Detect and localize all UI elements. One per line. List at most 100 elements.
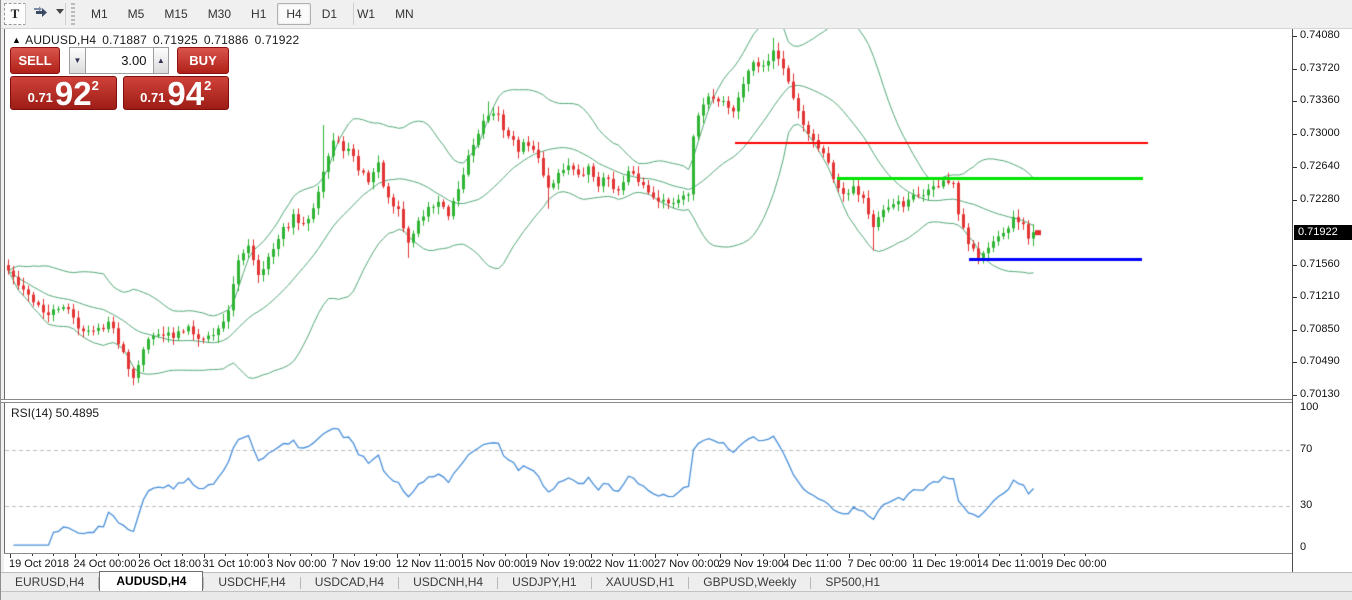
rsi-axis-label: 100: [1300, 401, 1318, 413]
chart-tab-eurusd[interactable]: EURUSD,H4: [1, 573, 98, 592]
time-axis-tick: [118, 554, 119, 556]
chart-tab-usdcnh[interactable]: USDCNH,H4: [399, 573, 497, 592]
timeframe-button-m1[interactable]: M1: [82, 3, 117, 25]
time-axis-tick: [268, 554, 269, 558]
time-axis-label: 7 Dec 00:00: [848, 558, 907, 570]
timeframe-button-h4[interactable]: H4: [277, 3, 310, 25]
time-axis-tick: [849, 554, 850, 558]
toolbar-grip[interactable]: [71, 3, 75, 25]
volume-decrease-button[interactable]: ▼: [69, 47, 86, 74]
current-price-box: 0.71922: [1294, 225, 1352, 240]
time-axis-label: 4 Dec 11:00: [783, 558, 842, 570]
time-axis-label: 22 Nov 11:00: [590, 558, 655, 570]
time-axis-tick: [827, 554, 828, 556]
buy-quote-button[interactable]: 0.71 94 2: [123, 76, 230, 110]
time-axis-tick: [96, 554, 97, 556]
price-axis-label: 0.70850: [1300, 323, 1340, 335]
price-axis-label: 0.70130: [1300, 388, 1340, 400]
text-tool-icon: T: [11, 6, 20, 22]
time-axis-tick: [956, 554, 957, 556]
status-bar: [1, 591, 1352, 600]
time-axis-tick: [978, 554, 979, 558]
mt4-window: T M1M5M15M30H1H4D1W1MN ▲AUDUSD,H40.71887…: [0, 0, 1352, 600]
time-axis-tick: [1021, 554, 1022, 556]
spinner-up-icon: ▲: [157, 56, 165, 65]
toolbar-separator: [353, 3, 354, 25]
price-axis-tick: [1293, 69, 1297, 70]
time-axis-tick: [612, 554, 613, 556]
time-axis-tick: [892, 554, 893, 556]
time-axis-tick: [569, 554, 570, 556]
price-axis-tick: [1293, 167, 1297, 168]
time-axis-tick: [397, 554, 398, 558]
volume-increase-button[interactable]: ▲: [153, 47, 170, 74]
time-axis-tick: [763, 554, 764, 556]
time-axis-label: 11 Dec 19:00: [912, 558, 977, 570]
price-axis-label: 0.70490: [1300, 355, 1340, 367]
chart-tab-gbpusd[interactable]: GBPUSD,Weekly: [689, 573, 810, 592]
time-axis-label: 19 Dec 00:00: [1041, 558, 1106, 570]
time-axis-tick: [591, 554, 592, 558]
price-axis-label: 0.71210: [1300, 290, 1340, 302]
price-axis-tick: [1293, 297, 1297, 298]
time-axis-tick: [655, 554, 656, 558]
time-axis-tick: [354, 554, 355, 556]
time-axis-label: 7 Nov 19:00: [332, 558, 391, 570]
chart-symbol: AUDUSD,H4: [25, 33, 96, 47]
price-axis[interactable]: 0.740800.737200.733600.730000.726400.722…: [1292, 29, 1352, 572]
price-axis-label: 0.73360: [1300, 94, 1340, 106]
time-axis-tick: [290, 554, 291, 556]
cycle-symbols-button[interactable]: [29, 3, 55, 23]
chart-tab-xauusd[interactable]: XAUUSD,H1: [592, 573, 689, 592]
time-axis-label: 12 Nov 11:00: [396, 558, 461, 570]
rsi-axis-label: 30: [1300, 499, 1312, 511]
toolbar: T M1M5M15M30H1H4D1W1MN: [1, 0, 1352, 29]
chart-tab-usdjpy[interactable]: USDJPY,H1: [498, 573, 590, 592]
time-axis-tick: [247, 554, 248, 556]
price-axis-tick: [1293, 330, 1297, 331]
timeframe-button-m30[interactable]: M30: [199, 3, 240, 25]
chart-tab-usdchf[interactable]: USDCHF,H4: [204, 573, 299, 592]
price-axis-tick: [1293, 101, 1297, 102]
time-axis-tick: [634, 554, 635, 556]
buy-price-point: 2: [204, 78, 211, 93]
timeframe-button-mn[interactable]: MN: [386, 3, 423, 25]
timeframe-button-m15[interactable]: M15: [155, 3, 196, 25]
timeframe-button-h1[interactable]: H1: [242, 3, 275, 25]
time-axis-tick: [182, 554, 183, 556]
collapse-arrow-icon[interactable]: ▲: [12, 35, 21, 45]
price-axis-tick: [1293, 362, 1297, 363]
dropdown-caret-icon[interactable]: [56, 9, 64, 14]
time-axis-tick: [677, 554, 678, 556]
time-axis-tick: [440, 554, 441, 556]
rsi-canvas[interactable]: [5, 403, 1293, 553]
time-axis[interactable]: 19 Oct 201824 Oct 00:0026 Oct 18:0031 Oc…: [4, 553, 1292, 572]
sell-quote-button[interactable]: 0.71 92 2: [10, 76, 117, 110]
chart-tab-audusd[interactable]: AUDUSD,H4: [99, 571, 203, 592]
time-axis-tick: [720, 554, 721, 558]
ohlc-close: 0.71922: [255, 33, 300, 47]
time-axis-tick: [311, 554, 312, 556]
volume-input[interactable]: 3.00: [86, 47, 153, 74]
chart-tab-bar: EURUSD,H4AUDUSD,H4USDCHF,H4USDCAD,H4USDC…: [1, 572, 1352, 592]
time-axis-tick: [32, 554, 33, 556]
chart-tab-sp500[interactable]: SP500,H1: [811, 573, 894, 592]
text-label-tool-button[interactable]: T: [4, 3, 26, 25]
time-axis-tick: [333, 554, 334, 558]
time-axis-tick: [53, 554, 54, 556]
chart-tab-usdcad[interactable]: USDCAD,H4: [301, 573, 398, 592]
time-axis-tick: [483, 554, 484, 556]
time-axis-tick: [548, 554, 549, 556]
timeframe-button-m5[interactable]: M5: [119, 3, 154, 25]
sell-button[interactable]: SELL: [10, 47, 60, 74]
time-axis-tick: [698, 554, 699, 556]
price-axis-tick: [1293, 36, 1297, 37]
time-axis-tick: [526, 554, 527, 558]
time-axis-label: 15 Nov 00:00: [461, 558, 526, 570]
time-axis-tick: [784, 554, 785, 558]
time-axis-label: 24 Oct 00:00: [74, 558, 137, 570]
timeframe-button-d1[interactable]: D1: [313, 3, 346, 25]
buy-button[interactable]: BUY: [177, 47, 229, 74]
price-axis-label: 0.74080: [1300, 29, 1340, 41]
chart-ohlc-line: ▲AUDUSD,H40.718870.719250.718860.71922: [12, 33, 305, 47]
